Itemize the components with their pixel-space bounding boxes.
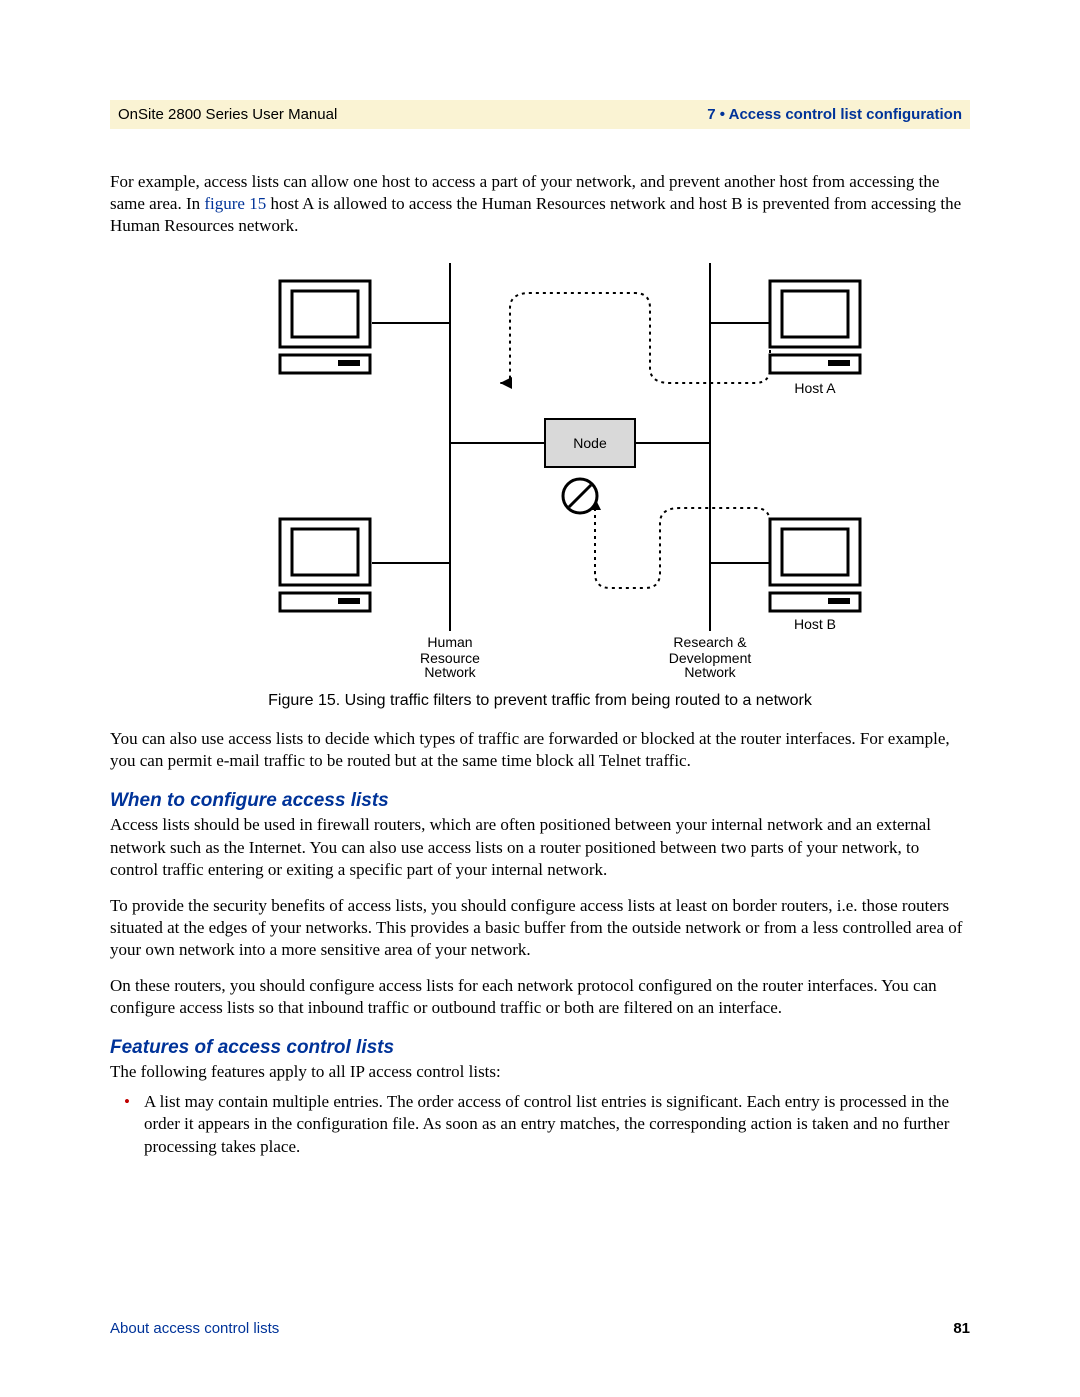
rd-label-3: Network <box>684 664 735 680</box>
computer-icon <box>280 281 370 373</box>
paragraph-5: On these routers, you should configure a… <box>110 975 970 1019</box>
hr-label-3: Network <box>424 664 475 680</box>
node-label: Node <box>573 435 607 451</box>
running-footer: About access control lists 81 <box>110 1320 970 1337</box>
host-a-label: Host A <box>794 380 836 396</box>
feature-list: A list may contain multiple entries. The… <box>110 1091 970 1157</box>
page: OnSite 2800 Series User Manual 7 • Acces… <box>0 0 1080 1397</box>
heading-features: Features of access control lists <box>110 1037 970 1059</box>
computer-icon <box>770 281 860 373</box>
figure-caption: Figure 15. Using traffic filters to prev… <box>110 692 970 710</box>
header-left: OnSite 2800 Series User Manual <box>118 106 337 123</box>
figure-15-link[interactable]: figure 15 <box>204 194 266 213</box>
prohibit-icon <box>563 479 597 513</box>
running-header: OnSite 2800 Series User Manual 7 • Acces… <box>110 100 970 129</box>
paragraph-4: To provide the security benefits of acce… <box>110 895 970 961</box>
heading-when-to-configure: When to configure access lists <box>110 790 970 812</box>
paragraph-intro: For example, access lists can allow one … <box>110 171 970 237</box>
computer-icon <box>280 519 370 611</box>
paragraph-3: Access lists should be used in firewall … <box>110 814 970 880</box>
paragraph-2: You can also use access lists to decide … <box>110 728 970 772</box>
figure-15-diagram: Node <box>110 253 970 682</box>
computer-icon <box>770 519 860 611</box>
hr-label-1: Human <box>427 634 472 650</box>
header-right: 7 • Access control list configuration <box>707 106 962 123</box>
host-b-label: Host B <box>794 616 836 632</box>
paragraph-6: The following features apply to all IP a… <box>110 1061 970 1083</box>
footer-left: About access control lists <box>110 1320 279 1337</box>
rd-label-1: Research & <box>673 634 747 650</box>
page-number: 81 <box>953 1320 970 1337</box>
list-item: A list may contain multiple entries. The… <box>140 1091 970 1157</box>
